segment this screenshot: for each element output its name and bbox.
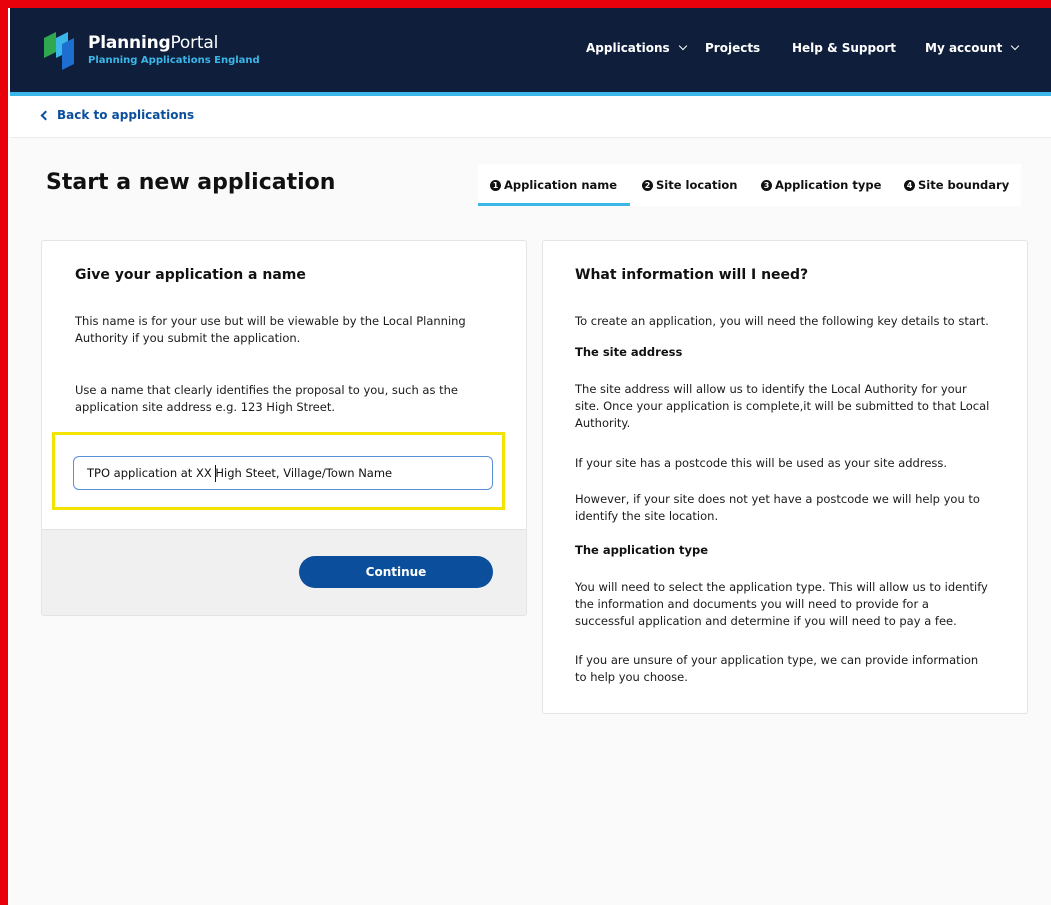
site-address-heading: The site address bbox=[575, 345, 683, 359]
active-step-indicator bbox=[478, 203, 630, 206]
back-to-applications-link[interactable]: Back to applications bbox=[40, 108, 194, 122]
planning-portal-logo-icon[interactable] bbox=[40, 30, 80, 70]
site-address-paragraph: The site address will allow us to identi… bbox=[575, 382, 990, 430]
unsure-type-paragraph: If you are unsure of your application ty… bbox=[575, 653, 979, 684]
screenshot-frame-left bbox=[0, 0, 8, 905]
continue-button[interactable]: Continue bbox=[299, 556, 493, 588]
step-progress: 1 Application name 2 Site location 3 Applic… bbox=[478, 164, 1021, 206]
chevron-left-icon bbox=[40, 110, 51, 120]
step-number-icon: 3 bbox=[761, 179, 772, 191]
no-postcode-paragraph: However, if your site does not yet have … bbox=[575, 492, 980, 523]
application-type-paragraph: You will need to select the application … bbox=[575, 580, 988, 628]
step-application-type[interactable]: 3 Application type bbox=[761, 178, 881, 192]
text-cursor bbox=[215, 465, 216, 482]
nav-applications[interactable]: Applications bbox=[586, 41, 687, 55]
application-name-input[interactable] bbox=[73, 456, 493, 490]
step-number-icon: 4 bbox=[904, 179, 915, 191]
step-site-boundary[interactable]: 4 Site boundary bbox=[904, 178, 1009, 192]
nav-my-account[interactable]: My account bbox=[925, 41, 1020, 55]
step-application-name[interactable]: 1 Application name bbox=[490, 178, 617, 192]
name-card-heading: Give your application a name bbox=[75, 267, 306, 283]
step-number-icon: 2 bbox=[642, 179, 653, 191]
postcode-paragraph: If your site has a postcode this will be… bbox=[575, 456, 948, 470]
name-card-paragraph-2: Use a name that clearly identifies the p… bbox=[75, 383, 458, 414]
screenshot-frame-inner bbox=[8, 8, 10, 905]
nav-projects[interactable]: Projects bbox=[705, 41, 760, 55]
step-number-icon: 1 bbox=[490, 179, 501, 191]
name-card-paragraph-1: This name is for your use but will be vi… bbox=[75, 314, 466, 345]
brand-subtitle: Planning Applications England bbox=[88, 55, 260, 66]
screenshot-frame-top bbox=[0, 0, 1051, 8]
step-site-location[interactable]: 2 Site location bbox=[642, 178, 737, 192]
chevron-down-icon bbox=[678, 41, 687, 51]
info-card-heading: What information will I need? bbox=[575, 267, 809, 283]
info-intro: To create an application, you will need … bbox=[575, 314, 989, 328]
brand-name[interactable]: PlanningPortal bbox=[88, 33, 218, 53]
chevron-down-icon bbox=[1011, 41, 1020, 51]
page-title: Start a new application bbox=[46, 170, 336, 195]
application-type-heading: The application type bbox=[575, 543, 709, 557]
info-card bbox=[542, 240, 1028, 714]
nav-help-support[interactable]: Help & Support bbox=[792, 41, 896, 55]
